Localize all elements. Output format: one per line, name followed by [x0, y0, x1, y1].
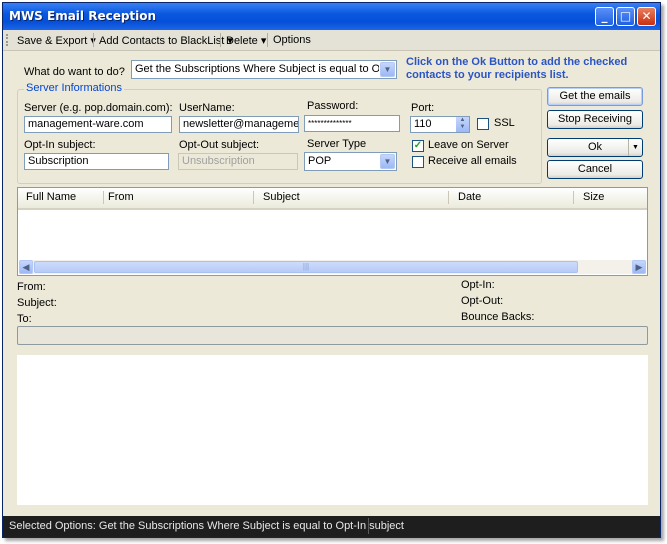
- detail-optin-label: Opt-In:: [461, 279, 495, 291]
- server-type-select[interactable]: POP ▼: [304, 152, 397, 171]
- detail-from-label: From:: [17, 281, 46, 293]
- chevron-down-icon[interactable]: ▼: [380, 62, 395, 77]
- status-text: Selected Options: Get the Subscriptions …: [9, 520, 404, 532]
- ok-button[interactable]: Ok ▼: [547, 138, 643, 157]
- horizontal-scrollbar[interactable]: ◀ ||| ▶: [19, 260, 646, 274]
- ssl-label: SSL: [494, 117, 515, 129]
- server-label: Server (e.g. pop.domain.com):: [24, 102, 173, 114]
- status-bar: Selected Options: Get the Subscriptions …: [3, 516, 660, 537]
- email-reception-window: MWS Email Reception _ □ ✕ Save & Export …: [2, 2, 661, 538]
- server-type-label: Server Type: [307, 138, 367, 150]
- leave-on-server-checkbox[interactable]: ✓: [412, 140, 424, 152]
- detail-to-label: To:: [17, 313, 32, 325]
- detail-bounce-label: Bounce Backs:: [461, 311, 535, 323]
- port-label: Port:: [411, 102, 435, 114]
- server-group-title: Server Informations: [24, 82, 124, 94]
- menu-bar: Save & Export ▾ Add Contacts to BlackLis…: [3, 30, 660, 51]
- detail-optout-label: Opt-Out:: [461, 295, 504, 307]
- column-header-date[interactable]: Date: [458, 191, 481, 203]
- close-icon[interactable]: ✕: [637, 7, 656, 26]
- todo-select-value: Get the Subscriptions Where Subject is e…: [135, 63, 379, 75]
- menu-delete[interactable]: Delete ▾: [226, 34, 266, 47]
- get-emails-button[interactable]: Get the emails: [547, 87, 643, 106]
- todo-label: What do want to do?: [24, 66, 125, 78]
- menu-add-blacklist[interactable]: Add Contacts to BlackList ▾: [99, 34, 233, 47]
- menu-separator: [220, 33, 221, 47]
- column-separator[interactable]: [103, 191, 104, 204]
- ssl-checkbox[interactable]: [477, 118, 489, 130]
- minimize-icon[interactable]: _: [595, 7, 614, 26]
- menu-separator: [93, 33, 94, 47]
- spin-arrows-icon[interactable]: ▲ ▼: [456, 117, 469, 132]
- todo-select[interactable]: Get the Subscriptions Where Subject is e…: [131, 60, 397, 79]
- cancel-button[interactable]: Cancel: [547, 160, 643, 179]
- username-label: UserName:: [179, 102, 235, 114]
- port-value: 110: [414, 118, 432, 130]
- column-header-size[interactable]: Size: [583, 191, 604, 203]
- scrollbar-thumb[interactable]: |||: [34, 261, 578, 273]
- optin-label: Opt-In subject:: [24, 139, 96, 151]
- scroll-right-icon[interactable]: ▶: [632, 260, 646, 274]
- column-header-full-name[interactable]: Full Name: [26, 191, 76, 203]
- receive-all-checkbox[interactable]: [412, 156, 424, 168]
- emails-table[interactable]: Full Name From Subject Date Size ◀ ||| ▶: [17, 187, 648, 276]
- chevron-down-icon[interactable]: ▼: [628, 139, 642, 156]
- username-input[interactable]: newsletter@management-: [179, 116, 299, 133]
- column-separator[interactable]: [448, 191, 449, 204]
- scroll-left-icon[interactable]: ◀: [19, 260, 33, 274]
- menu-options[interactable]: Options: [273, 34, 311, 46]
- title-bar[interactable]: MWS Email Reception _ □ ✕: [3, 3, 660, 30]
- optin-input[interactable]: Subscription: [24, 153, 169, 170]
- server-input[interactable]: management-ware.com: [24, 116, 172, 133]
- stop-receiving-button[interactable]: Stop Receiving: [547, 110, 643, 129]
- column-header-from[interactable]: From: [108, 191, 134, 203]
- optout-input: Unsubscription: [178, 153, 298, 170]
- leave-on-server-label: Leave on Server: [428, 139, 509, 151]
- instruction-hint: Click on the Ok Button to add the checke…: [406, 56, 628, 81]
- password-label: Password:: [307, 100, 359, 112]
- table-header: Full Name From Subject Date Size: [18, 188, 647, 210]
- chevron-down-icon[interactable]: ▼: [380, 154, 395, 169]
- column-separator[interactable]: [573, 191, 574, 204]
- column-separator[interactable]: [253, 191, 254, 204]
- status-separator: [368, 518, 369, 534]
- menu-separator: [267, 33, 268, 47]
- password-input[interactable]: **************: [304, 115, 400, 132]
- server-type-value: POP: [308, 155, 332, 167]
- email-body-preview[interactable]: [17, 355, 648, 505]
- toolbar-grip-icon[interactable]: [6, 34, 11, 46]
- window-title: MWS Email Reception: [9, 9, 157, 23]
- column-header-subject[interactable]: Subject: [263, 191, 300, 203]
- receive-all-label: Receive all emails: [428, 155, 517, 167]
- ok-button-label: Ok: [587, 141, 603, 153]
- port-stepper[interactable]: 110 ▲ ▼: [410, 116, 470, 133]
- detail-subject-label: Subject:: [17, 297, 57, 309]
- optout-label: Opt-Out subject:: [179, 139, 260, 151]
- menu-save-export[interactable]: Save & Export ▾: [17, 34, 96, 47]
- maximize-icon[interactable]: □: [616, 7, 635, 26]
- progress-bar: [17, 326, 648, 345]
